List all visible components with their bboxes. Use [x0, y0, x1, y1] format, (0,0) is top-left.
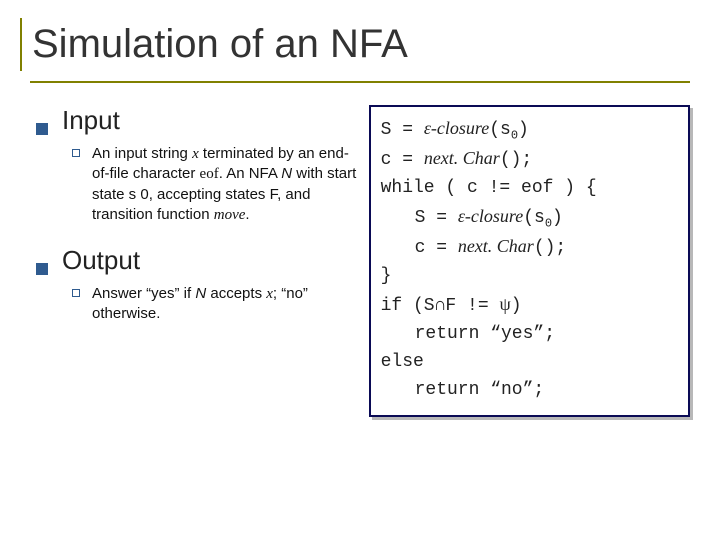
t: S = [415, 208, 458, 228]
square-bullet-icon [36, 123, 48, 135]
code-line-1: S = ε-closure(s0) [381, 115, 678, 145]
eps-closure: ε-closure [424, 118, 489, 138]
t: F != [445, 296, 499, 316]
code-line-7: if (S∩F != ψ) [381, 291, 678, 321]
hollow-square-bullet-icon [72, 149, 80, 157]
t: (s [523, 208, 545, 228]
psi-symbol: ψ [499, 294, 510, 314]
output-heading: Output [62, 245, 140, 276]
code-line-5: c = next. Char(); [381, 233, 678, 263]
t: S = [381, 120, 424, 140]
t: An input string [92, 145, 192, 162]
t: . [245, 206, 249, 223]
t: c = [415, 238, 458, 258]
code-line-4: S = ε-closure(s0) [381, 203, 678, 233]
var-N: N [281, 165, 292, 182]
content-row: Input An input string x terminated by an… [30, 105, 690, 417]
code-line-10: return “no”; [381, 377, 678, 405]
next-char: next. Char [424, 148, 500, 168]
t: (); [534, 238, 566, 258]
var-x: x [192, 146, 199, 162]
output-detail-text: Answer “yes” if N accepts x; “no” otherw… [92, 284, 357, 325]
next-char: next. Char [458, 236, 534, 256]
sub-zero: 0 [545, 217, 552, 231]
slide: Simulation of an NFA Input An input stri… [0, 0, 720, 540]
t: ) [511, 296, 522, 316]
code-line-9: else [381, 349, 678, 377]
t: accepts [206, 285, 266, 302]
input-heading-row: Input [36, 105, 357, 136]
kw-eof: eof [200, 166, 219, 182]
sub-zero: 0 [511, 129, 518, 143]
kw-move: move [214, 207, 246, 223]
output-detail-row: Answer “yes” if N accepts x; “no” otherw… [72, 284, 357, 325]
code-line-6: } [381, 263, 678, 291]
input-detail-row: An input string x terminated by an end-o… [72, 144, 357, 225]
t: c = [381, 150, 424, 170]
input-detail-text: An input string x terminated by an end-o… [92, 144, 357, 225]
t: (); [500, 150, 532, 170]
t: (s [489, 120, 511, 140]
code-line-3: while ( c != eof ) { [381, 175, 678, 203]
code-line-2: c = next. Char(); [381, 145, 678, 175]
intersect-symbol: ∩ [435, 296, 446, 316]
slide-title: Simulation of an NFA [20, 18, 690, 71]
square-bullet-icon [36, 263, 48, 275]
eps-closure: ε-closure [458, 206, 523, 226]
hollow-square-bullet-icon [72, 289, 80, 297]
code-line-8: return “yes”; [381, 321, 678, 349]
t: Answer “yes” if [92, 285, 195, 302]
t: if (S [381, 296, 435, 316]
t: . An NFA [219, 165, 282, 182]
title-block: Simulation of an NFA [30, 18, 690, 83]
algorithm-code-box: S = ε-closure(s0) c = next. Char(); whil… [369, 105, 690, 417]
input-heading: Input [62, 105, 120, 136]
left-column: Input An input string x terminated by an… [30, 105, 357, 345]
var-N: N [195, 285, 206, 302]
t: ) [552, 208, 563, 228]
var-x: x [266, 286, 273, 302]
t: ) [518, 120, 529, 140]
output-heading-row: Output [36, 245, 357, 276]
